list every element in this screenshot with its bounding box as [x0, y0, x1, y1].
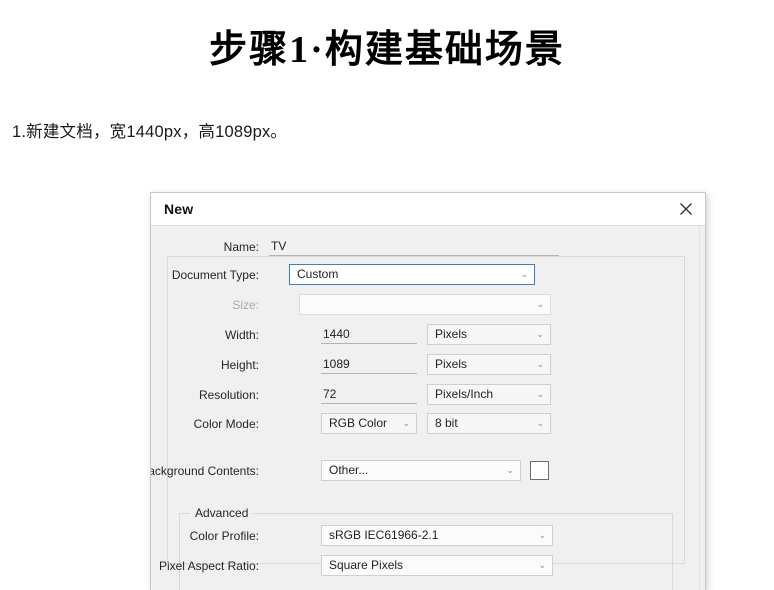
chevron-down-icon: ⌄ — [402, 418, 410, 428]
dialog-title: New — [164, 201, 194, 217]
background-contents-dropdown[interactable]: Other... ⌄ — [321, 460, 521, 481]
chevron-down-icon: ⌄ — [538, 560, 546, 570]
width-input[interactable] — [321, 324, 417, 344]
row-background-contents: Background Contents: Other... ⌄ — [151, 460, 691, 482]
chevron-down-icon: ⌄ — [536, 329, 544, 339]
background-contents-value: Other... — [329, 463, 369, 477]
resolution-label: Resolution: — [198, 388, 259, 402]
document-type-label: Document Type: — [171, 268, 259, 282]
step-instruction-text: 1.新建文档，宽1440px，高1089px。 — [12, 123, 288, 141]
height-label: Height: — [220, 358, 259, 372]
height-input[interactable] — [321, 354, 417, 374]
pixel-aspect-ratio-label: Pixel Aspect Ratio: — [158, 559, 259, 573]
color-profile-label: Color Profile: — [189, 529, 259, 543]
height-unit-value: Pixels — [435, 357, 468, 371]
color-mode-value: RGB Color — [329, 416, 388, 430]
resolution-unit-value: Pixels/Inch — [435, 387, 494, 401]
column-divider — [699, 226, 700, 590]
row-pixel-aspect-ratio: Pixel Aspect Ratio: Square Pixels ⌄ — [151, 555, 691, 577]
chevron-down-icon: ⌄ — [536, 418, 544, 428]
advanced-group-legend: Advanced — [190, 506, 254, 520]
color-profile-value: sRGB IEC61966-2.1 — [329, 528, 439, 542]
size-label: Size: — [232, 298, 259, 312]
width-label: Width: — [224, 328, 259, 342]
pixel-aspect-ratio-dropdown[interactable]: Square Pixels ⌄ — [321, 555, 553, 576]
color-mode-label: Color Mode: — [193, 417, 259, 431]
chevron-down-icon: ⌄ — [520, 269, 528, 279]
document-type-value: Custom — [297, 267, 339, 281]
name-input[interactable] — [269, 236, 559, 256]
row-color-mode: Color Mode: RGB Color ⌄ 8 bit ⌄ — [151, 413, 691, 435]
page-title: 步骤1·构建基础场景 — [209, 29, 565, 71]
close-icon[interactable] — [677, 200, 695, 218]
background-color-swatch[interactable] — [530, 461, 549, 480]
color-depth-dropdown[interactable]: 8 bit ⌄ — [427, 413, 551, 434]
row-color-profile: Color Profile: sRGB IEC61966-2.1 ⌄ — [151, 525, 691, 547]
width-unit-dropdown[interactable]: Pixels ⌄ — [427, 324, 551, 345]
new-document-dialog: New Name: Document Type: Custom ⌄ Si — [150, 192, 706, 590]
background-contents-label: Background Contents: — [150, 464, 259, 478]
pixel-aspect-ratio-value: Square Pixels — [329, 558, 404, 572]
color-profile-dropdown[interactable]: sRGB IEC61966-2.1 ⌄ — [321, 525, 553, 546]
chevron-down-icon: ⌄ — [536, 359, 544, 369]
resolution-input[interactable] — [321, 384, 417, 404]
size-dropdown[interactable]: ⌄ — [299, 294, 551, 315]
color-mode-dropdown[interactable]: RGB Color ⌄ — [321, 413, 417, 434]
row-name: Name: — [151, 236, 691, 258]
height-unit-dropdown[interactable]: Pixels ⌄ — [427, 354, 551, 375]
row-height: Height: Pixels ⌄ — [151, 354, 691, 376]
chevron-down-icon: ⌄ — [536, 299, 544, 309]
row-size: Size: ⌄ — [151, 294, 691, 316]
width-unit-value: Pixels — [435, 327, 468, 341]
color-depth-value: 8 bit — [435, 416, 458, 430]
name-label: Name: — [223, 240, 259, 254]
chevron-down-icon: ⌄ — [538, 530, 546, 540]
document-type-dropdown[interactable]: Custom ⌄ — [289, 264, 535, 285]
row-document-type: Document Type: Custom ⌄ — [151, 264, 691, 286]
resolution-unit-dropdown[interactable]: Pixels/Inch ⌄ — [427, 384, 551, 405]
dialog-body: Name: Document Type: Custom ⌄ Size: ⌄ Wi… — [151, 226, 705, 590]
chevron-down-icon: ⌄ — [506, 465, 514, 475]
dialog-titlebar: New — [151, 193, 705, 226]
row-resolution: Resolution: Pixels/Inch ⌄ — [151, 384, 691, 406]
row-width: Width: Pixels ⌄ — [151, 324, 691, 346]
chevron-down-icon: ⌄ — [536, 389, 544, 399]
